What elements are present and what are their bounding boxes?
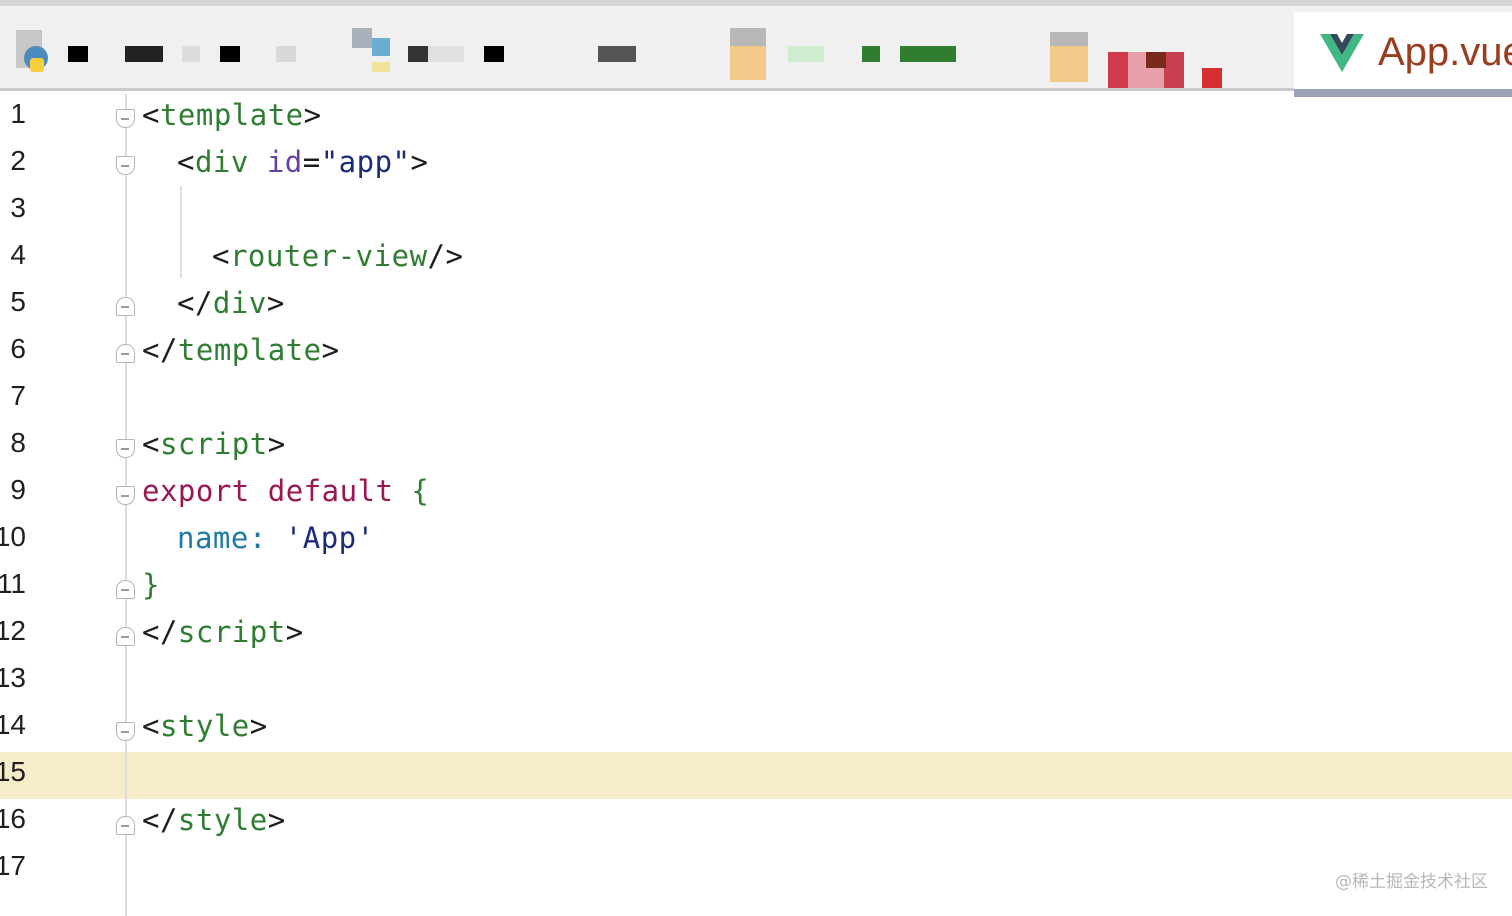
obscured-filename [276, 46, 296, 62]
line-number: 12 [0, 615, 26, 646]
code-template-open: <template> [142, 98, 322, 132]
line-number: 6 [10, 333, 26, 364]
editor-tab-bar: App.vue [0, 0, 1512, 97]
tab-file-3[interactable] [720, 6, 1020, 88]
tab-file-2[interactable] [340, 6, 660, 88]
code-line[interactable]: 3 [0, 188, 1512, 235]
obscured-filename [1108, 52, 1128, 88]
code-line[interactable]: 11 [0, 564, 1512, 611]
tab-file-4[interactable] [1040, 6, 1280, 88]
obscured-filename [484, 46, 504, 62]
fold-toggle-icon[interactable] [116, 344, 135, 363]
obscured-filename [428, 46, 464, 62]
obscured-filename [900, 46, 956, 62]
code-name-property: name: 'App' [177, 521, 375, 555]
file-icon [1050, 28, 1088, 82]
fold-toggle-icon[interactable] [116, 439, 135, 458]
fold-toggle-icon[interactable] [116, 627, 135, 646]
code-template-close: </template> [142, 333, 340, 367]
line-number: 3 [10, 192, 26, 223]
line-number: 16 [0, 803, 26, 834]
fold-toggle-icon[interactable] [116, 109, 135, 128]
watermark: @稀土掘金技术社区 [1335, 872, 1488, 892]
obscured-filename [788, 46, 824, 62]
obscured-filename [1164, 52, 1184, 88]
line-number: 13 [0, 662, 26, 693]
obscured-filename [408, 46, 428, 62]
fold-toggle-icon[interactable] [116, 816, 135, 835]
line-number: 1 [10, 98, 26, 129]
obscured-filename [1202, 68, 1222, 88]
line-number: 7 [10, 380, 26, 411]
line-number: 17 [0, 850, 26, 881]
line-number: 10 [0, 521, 26, 552]
code-style-open: <style> [142, 709, 268, 743]
code-script-close: </script> [142, 615, 304, 649]
fold-gutter-line [125, 94, 127, 916]
tab-app-vue[interactable]: App.vue [1294, 12, 1512, 97]
code-line[interactable]: 7 [0, 376, 1512, 423]
obscured-filename [68, 46, 88, 62]
code-div-close: </div> [177, 286, 285, 320]
code-editor[interactable]: 1 2 3 4 5 6 7 8 9 10 11 12 13 14 15 16 1… [0, 94, 1512, 916]
line-number: 5 [10, 286, 26, 317]
code-script-open: <script> [142, 427, 286, 461]
obscured-filename [125, 46, 163, 62]
obscured-filename [598, 46, 636, 62]
line-number: 14 [0, 709, 26, 740]
code-closing-brace: } [142, 568, 160, 602]
fold-toggle-icon[interactable] [116, 486, 135, 505]
python-file-icon [12, 28, 48, 82]
fold-toggle-icon[interactable] [116, 580, 135, 599]
obscured-filename [220, 46, 240, 62]
code-div-open: <div id="app"> [177, 145, 429, 179]
code-export-default: export default { [142, 474, 430, 508]
code-line[interactable]: 17 [0, 846, 1512, 893]
line-number: 8 [10, 427, 26, 458]
code-style-close: </style> [142, 803, 286, 837]
vue-logo-icon [1320, 34, 1364, 72]
obscured-filename [1146, 52, 1166, 68]
tab-label: App.vue [1378, 30, 1512, 74]
tab-python-file[interactable] [0, 6, 330, 88]
line-number: 15 [0, 756, 26, 787]
current-code-line[interactable]: 15 [0, 752, 1512, 799]
code-router-view: <router-view/> [212, 239, 464, 273]
indent-guide [180, 186, 182, 278]
obscured-filename [862, 46, 880, 62]
line-number: 11 [0, 568, 26, 599]
fold-toggle-icon[interactable] [116, 722, 135, 741]
fold-toggle-icon[interactable] [116, 297, 135, 316]
obscured-filename [182, 46, 200, 62]
line-number: 2 [10, 145, 26, 176]
line-number: 4 [10, 239, 26, 270]
file-icon [352, 28, 390, 82]
code-line[interactable]: 13 [0, 658, 1512, 705]
file-icon [730, 28, 766, 82]
fold-toggle-icon[interactable] [116, 156, 135, 175]
line-number: 9 [10, 474, 26, 505]
